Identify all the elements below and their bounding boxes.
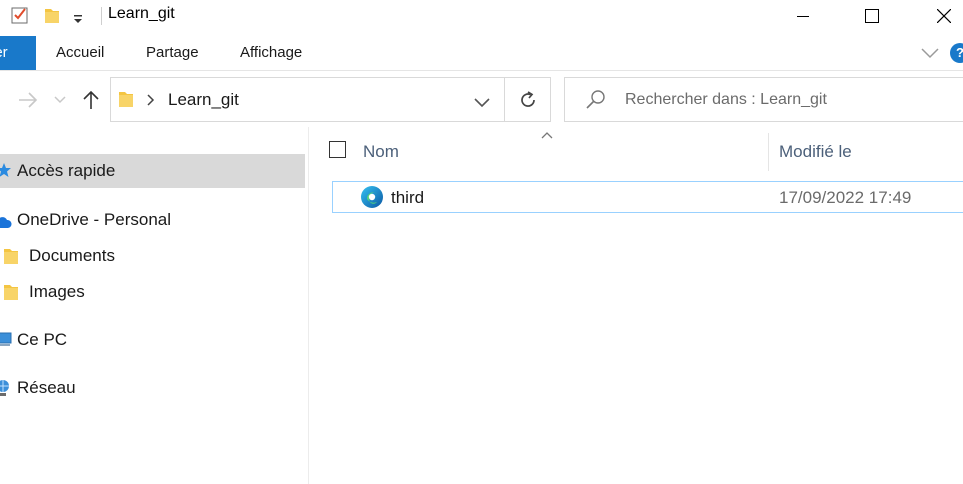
star-icon	[0, 162, 12, 183]
search-placeholder: Rechercher dans : Learn_git	[625, 91, 827, 108]
maximize-icon	[865, 9, 879, 23]
chevron-down-icon	[54, 96, 66, 104]
window-title: Learn_git	[108, 5, 175, 22]
navigation-pane: Accès rapide OneDrive - Personal Documen…	[0, 127, 309, 484]
table-row[interactable]: third 17/09/2022 17:49	[332, 181, 963, 213]
tab-affichage[interactable]: Affichage	[240, 36, 302, 70]
tab-fichier[interactable]: ier	[0, 36, 36, 70]
address-dropdown-icon[interactable]	[474, 95, 490, 113]
select-all-checkbox[interactable]	[329, 141, 346, 158]
toolbar-separator	[101, 7, 102, 25]
close-icon	[937, 9, 951, 23]
minimize-icon	[797, 16, 809, 17]
tab-accueil[interactable]: Accueil	[56, 36, 104, 70]
sidebar-item-label: Accès rapide	[17, 161, 116, 180]
network-icon	[0, 379, 11, 402]
maximize-button[interactable]	[849, 0, 895, 32]
column-header-name[interactable]: Nom	[363, 142, 399, 162]
sidebar-item-label: Images	[29, 282, 85, 301]
address-bar[interactable]: Learn_git	[110, 77, 505, 122]
sidebar-item-onedrive[interactable]: OneDrive - Personal	[0, 203, 305, 237]
sort-ascending-icon	[541, 126, 553, 139]
sidebar-item-acces-rapide[interactable]: Accès rapide	[0, 154, 305, 188]
close-button[interactable]	[921, 0, 963, 32]
folder-icon	[3, 247, 19, 270]
tab-fichier-label: ier	[0, 44, 8, 61]
properties-icon[interactable]	[11, 6, 29, 24]
file-modified-date: 17/09/2022 17:49	[779, 188, 912, 207]
search-icon	[585, 89, 607, 116]
arrow-right-icon	[19, 92, 38, 108]
folder-icon	[118, 90, 134, 113]
recent-locations-button[interactable]	[52, 86, 68, 114]
folder-icon	[3, 283, 19, 306]
new-folder-icon[interactable]	[44, 6, 62, 24]
column-header-modified[interactable]: Modifié le	[779, 142, 852, 162]
minimize-button[interactable]	[780, 0, 826, 32]
edge-icon	[360, 185, 384, 214]
refresh-icon	[520, 90, 535, 107]
chevron-right-icon[interactable]	[147, 93, 155, 111]
sidebar-item-label: Documents	[29, 246, 115, 265]
breadcrumb-learn-git[interactable]: Learn_git	[168, 90, 239, 110]
sidebar-item-label: Ce PC	[17, 330, 68, 349]
help-icon[interactable]: ?	[950, 43, 963, 63]
sidebar-item-ce-pc[interactable]: Ce PC	[0, 323, 305, 357]
customize-dropdown-icon[interactable]	[72, 12, 90, 30]
arrow-up-icon	[83, 90, 99, 109]
sidebar-item-label: OneDrive - Personal	[17, 210, 172, 229]
column-divider[interactable]	[768, 133, 769, 171]
search-input[interactable]: Rechercher dans : Learn_git	[564, 77, 963, 122]
title-bar: Learn_git	[0, 0, 963, 32]
file-name: third	[391, 188, 425, 207]
up-button[interactable]	[79, 86, 103, 114]
refresh-button[interactable]	[505, 77, 551, 122]
computer-icon	[0, 332, 12, 353]
tab-partage[interactable]: Partage	[146, 36, 199, 70]
chevron-down-icon[interactable]	[920, 44, 940, 62]
sidebar-item-reseau[interactable]: Réseau	[0, 371, 305, 405]
sidebar-item-documents[interactable]: Documents	[0, 239, 305, 273]
forward-button[interactable]	[15, 86, 41, 114]
sidebar-item-images[interactable]: Images	[0, 275, 305, 309]
ribbon-tabs: ier Accueil Partage Affichage	[0, 36, 963, 71]
sidebar-item-label: Réseau	[17, 378, 76, 397]
cloud-icon	[0, 214, 12, 234]
